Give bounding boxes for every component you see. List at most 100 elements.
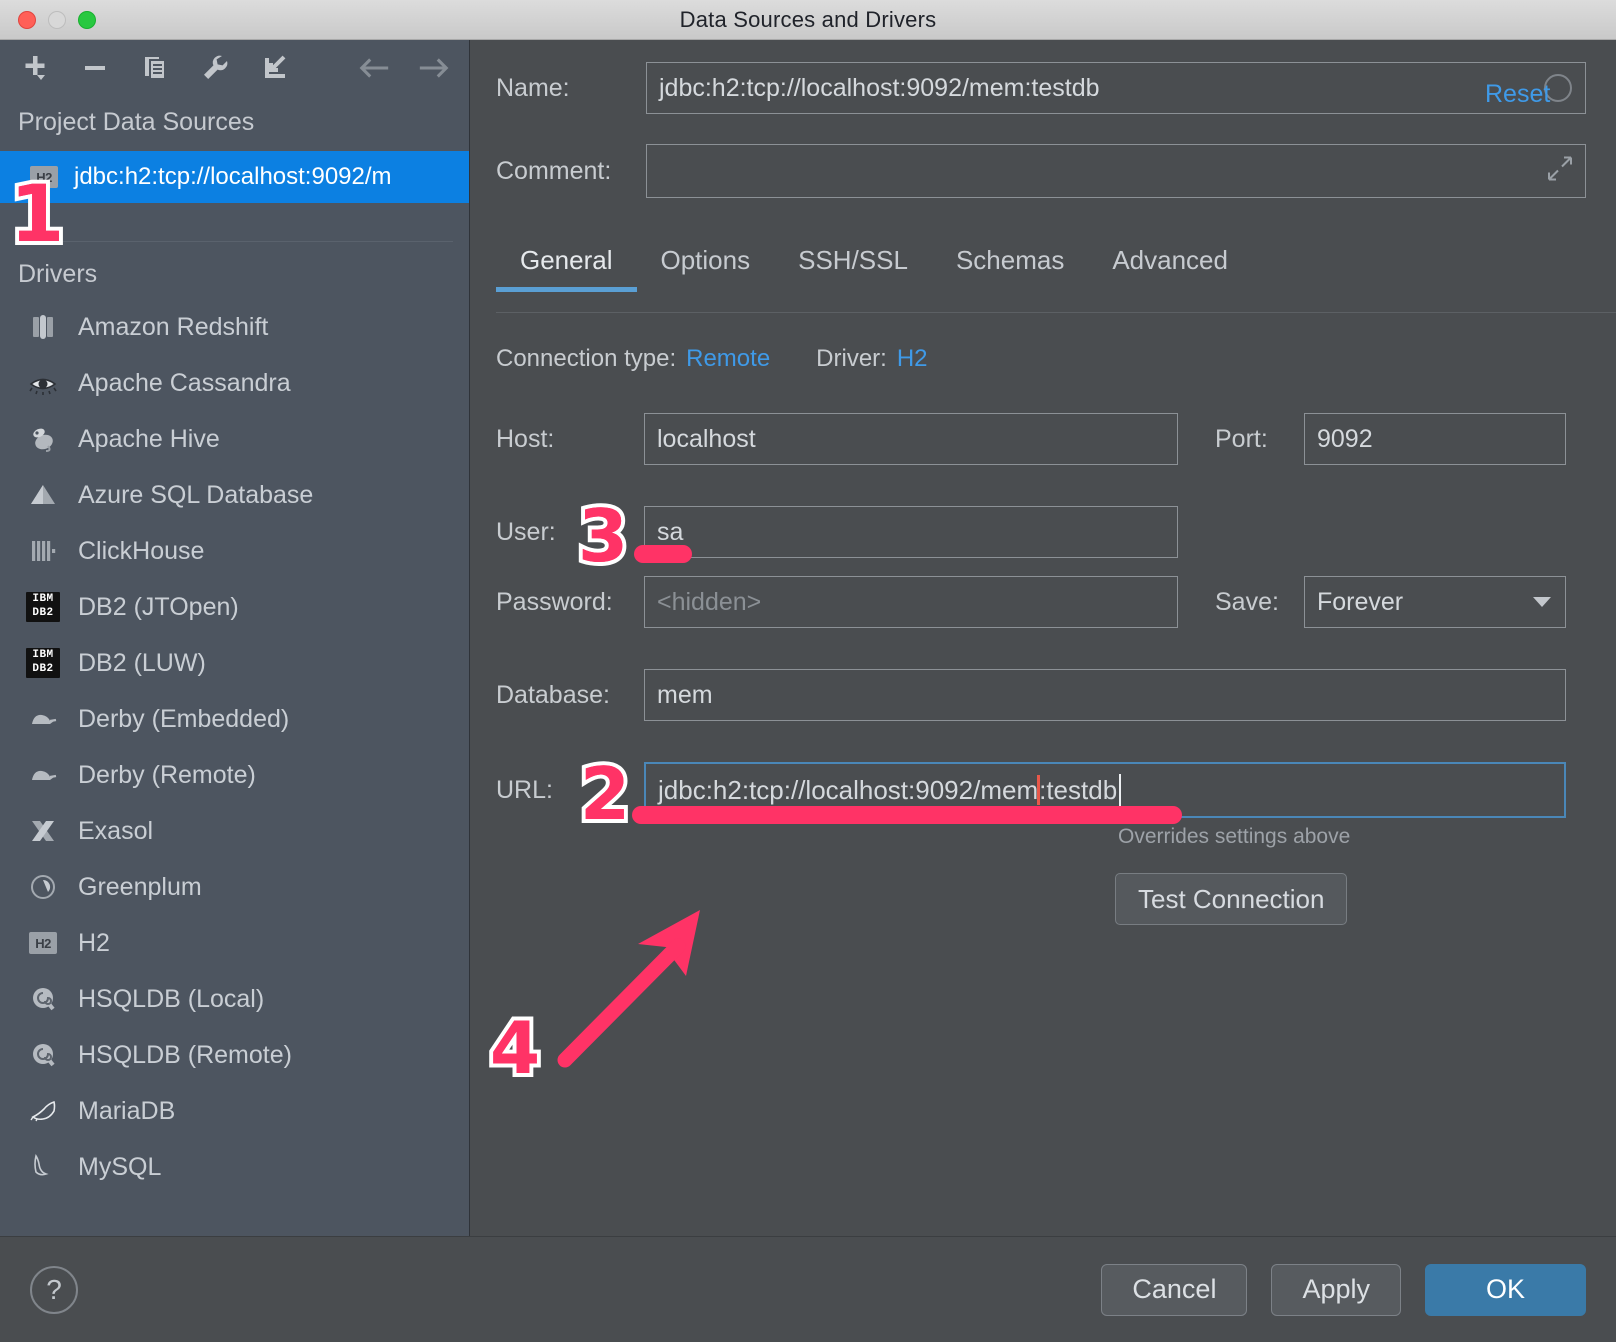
apply-button[interactable]: Apply — [1271, 1263, 1401, 1316]
reset-link[interactable]: Reset — [1485, 80, 1550, 109]
driver-label: DB2 (JTOpen) — [78, 592, 239, 621]
driver-item-amazon-redshift[interactable]: Amazon Redshift — [0, 299, 469, 355]
import-arrow-icon[interactable] — [258, 51, 292, 85]
name-input[interactable]: jdbc:h2:tcp://localhost:9092/mem:testdb — [646, 62, 1586, 114]
arrow-right-icon[interactable] — [417, 51, 451, 85]
data-sources-and-drivers-dialog: Data Sources and Drivers Project Data So… — [0, 0, 1616, 1342]
sidebar: Project Data Sources H2 jdbc:h2:tcp://lo… — [0, 40, 470, 1236]
mysql-dolphin-icon — [26, 1150, 60, 1184]
derby-hat-icon — [26, 758, 60, 792]
database-label: Database: — [496, 680, 610, 709]
driver-item-apache-hive[interactable]: Apache Hive — [0, 411, 469, 467]
driver-item-db2-jtopen[interactable]: IBM DB2 DB2 (JTOpen) — [0, 579, 469, 635]
clickhouse-icon — [26, 534, 60, 568]
driver-item-azure-sql-database[interactable]: Azure SQL Database — [0, 467, 469, 523]
annotation-number-1: 11 — [6, 170, 68, 260]
remove-button[interactable] — [78, 51, 112, 85]
tab-options[interactable]: Options — [637, 245, 775, 292]
wrench-icon[interactable] — [198, 51, 232, 85]
driver-item-apache-cassandra[interactable]: Apache Cassandra — [0, 355, 469, 411]
driver-item-greenplum[interactable]: Greenplum — [0, 859, 469, 915]
tab-schemas[interactable]: Schemas — [932, 245, 1088, 292]
arrow-left-icon[interactable] — [357, 51, 391, 85]
driver-item-mysql[interactable]: MySQL — [0, 1139, 469, 1195]
dialog-footer: ? Cancel Apply OK — [0, 1236, 1616, 1342]
annotation-number-2: 22 — [576, 752, 634, 836]
driver-item-hsqldb-local[interactable]: HSQLDB (Local) — [0, 971, 469, 1027]
driver-label: ClickHouse — [78, 536, 205, 565]
driver-label: Azure SQL Database — [78, 480, 314, 509]
host-label: Host: — [496, 424, 555, 453]
selected-data-source[interactable]: H2 jdbc:h2:tcp://localhost:9092/m — [0, 151, 469, 203]
driver-item-exasol[interactable]: Exasol — [0, 803, 469, 859]
ibm-db2-icon: IBM DB2 — [26, 646, 60, 680]
help-button[interactable]: ? — [30, 1265, 78, 1314]
chevron-down-icon — [1533, 597, 1551, 607]
database-input[interactable]: mem — [644, 669, 1566, 721]
data-source-label: jdbc:h2:tcp://localhost:9092/m — [74, 163, 392, 190]
driver-label: DB2 (LUW) — [78, 648, 206, 677]
driver-label: Derby (Remote) — [78, 760, 256, 789]
tabs-underline — [496, 312, 1616, 313]
host-port-row: Host: localhost Port: 9092 — [496, 413, 1566, 465]
name-label: Name: — [496, 73, 570, 102]
password-label: Password: — [496, 587, 613, 616]
tab-advanced[interactable]: Advanced — [1088, 245, 1252, 292]
driver-label: H2 — [78, 928, 110, 957]
driver-item-hsqldb-remote[interactable]: HSQLDB (Remote) — [0, 1027, 469, 1083]
driver-label: HSQLDB (Local) — [78, 984, 265, 1013]
driver-item-h2[interactable]: H2 H2 — [0, 915, 469, 971]
exasol-x-icon — [26, 814, 60, 848]
ibm-db2-icon: IBM DB2 — [26, 590, 60, 624]
port-label: Port: — [1215, 424, 1268, 453]
ok-button[interactable]: OK — [1424, 1263, 1586, 1316]
port-input[interactable]: 9092 — [1304, 413, 1566, 465]
cancel-button[interactable]: Cancel — [1101, 1263, 1248, 1316]
driver-item-mariadb[interactable]: MariaDB — [0, 1083, 469, 1139]
annotation-underline-3 — [634, 545, 692, 563]
driver-value[interactable]: H2 — [897, 345, 928, 373]
url-value-after: :testdb — [1039, 774, 1118, 805]
driver-label: MySQL — [78, 1152, 162, 1181]
driver-item-derby-embedded[interactable]: Derby (Embedded) — [0, 691, 469, 747]
driver-item-derby-remote[interactable]: Derby (Remote) — [0, 747, 469, 803]
driver-label: Exasol — [78, 816, 154, 845]
window-titlebar: Data Sources and Drivers — [0, 0, 1616, 40]
password-save-row: Password: <hidden> Save: Forever — [496, 576, 1566, 628]
comment-input[interactable] — [646, 144, 1586, 198]
add-button[interactable] — [18, 51, 52, 85]
test-connection-button[interactable]: Test Connection — [1115, 873, 1348, 925]
hsqldb-icon — [26, 1038, 60, 1072]
save-dropdown-value: Forever — [1317, 587, 1404, 616]
tab-general[interactable]: General — [496, 245, 637, 292]
comment-label: Comment: — [496, 156, 612, 185]
annotation-arrow-4 — [557, 910, 700, 1068]
driver-item-clickhouse[interactable]: ClickHouse — [0, 523, 469, 579]
driver-item-db2-luw[interactable]: IBM DB2 DB2 (LUW) — [0, 635, 469, 691]
host-input[interactable]: localhost — [644, 413, 1178, 465]
driver-label: Amazon Redshift — [78, 312, 269, 341]
save-label: Save: — [1215, 587, 1279, 616]
driver-label-static: Driver: — [816, 345, 887, 372]
drivers-heading: Drivers — [18, 260, 98, 288]
user-input[interactable]: sa — [644, 506, 1178, 558]
driver-label: Apache Cassandra — [78, 368, 291, 397]
hive-bee-icon — [26, 422, 60, 456]
copy-icon[interactable] — [138, 51, 172, 85]
driver-label: Greenplum — [78, 872, 202, 901]
driver-label: Derby (Embedded) — [78, 704, 290, 733]
save-dropdown[interactable]: Forever — [1304, 576, 1566, 628]
text-cursor — [1119, 774, 1122, 806]
connection-type-value[interactable]: Remote — [686, 345, 770, 373]
project-data-sources-heading: Project Data Sources — [18, 108, 255, 136]
comment-row: Comment: — [496, 144, 1586, 198]
driver-label: Apache Hive — [78, 424, 220, 453]
azure-icon — [26, 478, 60, 512]
annotation-number-3: 33 — [574, 494, 632, 578]
drivers-list: Amazon Redshift Apache Cassandra Apache … — [0, 299, 469, 1195]
ibm-db2-badge: IBM DB2 — [26, 648, 60, 678]
password-input[interactable]: <hidden> — [644, 576, 1178, 628]
derby-hat-icon — [26, 702, 60, 736]
tab-ssh-ssl[interactable]: SSH/SSL — [774, 245, 932, 292]
expand-icon[interactable] — [1547, 156, 1573, 187]
